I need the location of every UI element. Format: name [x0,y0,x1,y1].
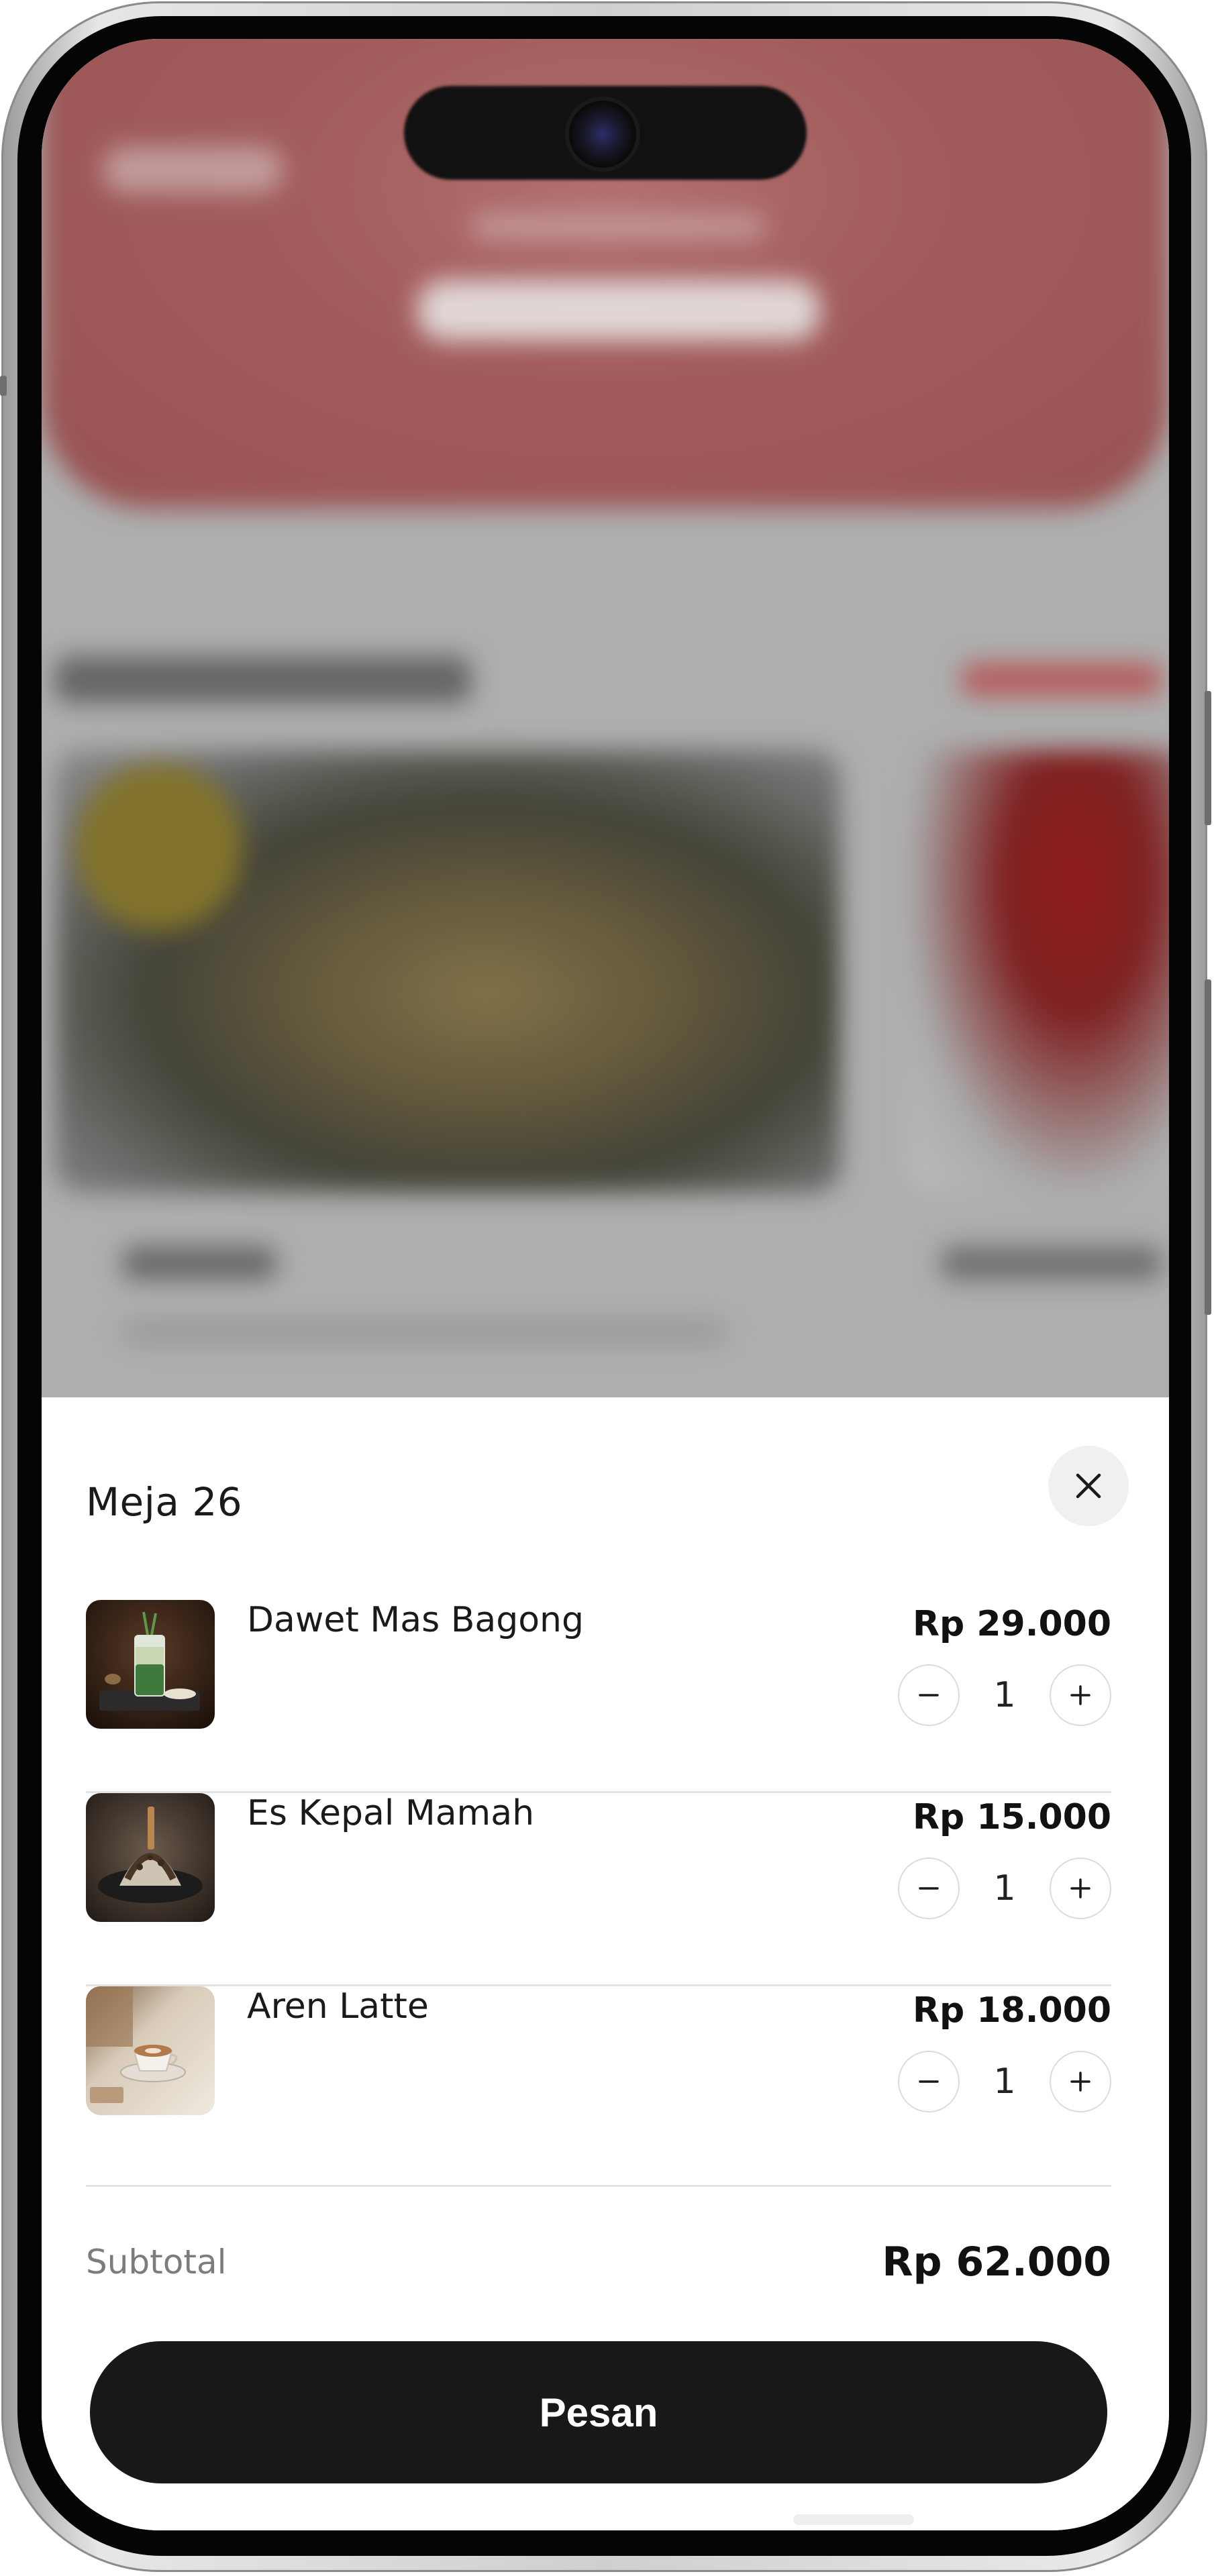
volume-button [1205,691,1211,825]
order-button[interactable]: Pesan [90,2341,1107,2483]
phone-screen: Meja 26 Dawet Mas Bagong Rp 29.000 1 Es … [42,39,1169,2530]
decrease-button[interactable] [898,1664,960,1726]
camera-icon [569,101,636,168]
plus-icon [1070,1878,1090,1898]
increase-button[interactable] [1050,2051,1111,2112]
table-title: Meja 26 [86,1479,243,1525]
increase-button[interactable] [1050,1858,1111,1919]
minus-icon [919,1694,939,1697]
cart-item: Dawet Mas Bagong Rp 29.000 1 [86,1600,1111,1793]
item-thumbnail [86,1986,215,2115]
cart-item: Es Kepal Mamah Rp 15.000 1 [86,1793,1111,1986]
item-name: Aren Latte [247,1986,429,2027]
plus-icon [1070,1685,1090,1705]
item-thumbnail [86,1793,215,1922]
item-thumbnail [86,1600,215,1729]
cart-item: Aren Latte Rp 18.000 1 [86,1986,1111,2121]
cart-sheet: Meja 26 Dawet Mas Bagong Rp 29.000 1 Es … [42,1397,1169,2530]
home-indicator [793,2514,914,2525]
quantity-stepper: 1 [898,1664,1111,1729]
plus-icon [1070,2072,1090,2092]
decrease-button[interactable] [898,2051,960,2112]
item-name: Es Kepal Mamah [247,1793,535,1833]
item-name: Dawet Mas Bagong [247,1600,585,1640]
quantity-stepper: 1 [898,1858,1111,1922]
close-icon [1076,1473,1101,1499]
action-button [0,376,7,396]
power-button [1205,979,1211,1315]
item-price: Rp 29.000 [912,1604,1111,1644]
iced-drink-icon [86,1600,215,1729]
close-button[interactable] [1048,1446,1129,1526]
quantity-value: 1 [993,2061,1016,2102]
background-app [42,39,1169,1401]
background-dim [42,39,1169,1401]
subtotal-label: Subtotal [86,2243,227,2282]
quantity-value: 1 [993,1675,1016,1715]
latte-icon [86,1986,215,2115]
item-price: Rp 15.000 [912,1797,1111,1837]
item-price: Rp 18.000 [912,1990,1111,2031]
decrease-button[interactable] [898,1858,960,1919]
divider [86,2185,1111,2187]
minus-icon [919,2080,939,2083]
increase-button[interactable] [1050,1664,1111,1726]
quantity-stepper: 1 [898,2051,1111,2115]
quantity-value: 1 [993,1868,1016,1909]
subtotal-value: Rp 62.000 [882,2239,1111,2286]
dessert-icon [86,1793,215,1922]
minus-icon [919,1887,939,1890]
